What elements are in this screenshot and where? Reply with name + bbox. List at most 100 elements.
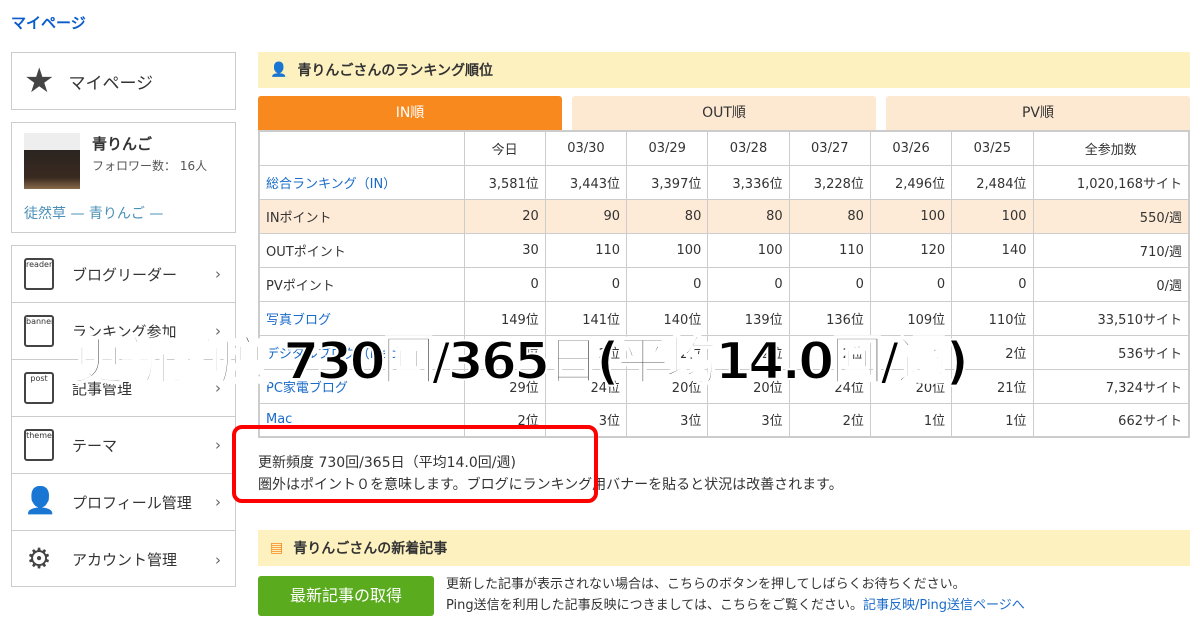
table-cell: 100 bbox=[707, 232, 790, 268]
overlay-caption: 更新頻度 730回/365日(平均14.0回/週) bbox=[71, 331, 970, 393]
tab-pv[interactable]: PV順 bbox=[886, 96, 1190, 131]
articles-title: 青りんごさんの新着記事 bbox=[293, 541, 448, 557]
table-cell: INポイント bbox=[258, 198, 465, 234]
table-row: PVポイント 0 0 0 0 0 0 0 0/週 bbox=[258, 266, 1190, 302]
table-cell: 2,496位 bbox=[869, 164, 953, 200]
table-cell: 2位 bbox=[788, 402, 871, 438]
cell-value: 1位 bbox=[923, 414, 946, 430]
profile-card: 青りんご フォロワー数： 16人 徒然草 — 青りんご — bbox=[11, 122, 236, 233]
column-header: 全参加数 bbox=[1032, 130, 1190, 166]
sidebar-mypage[interactable]: ★ マイページ bbox=[11, 52, 236, 110]
table-cell: 110 bbox=[788, 232, 871, 268]
person-icon: 👤 bbox=[270, 62, 288, 78]
ranking-header: 👤 青りんごさんのランキング順位 bbox=[258, 52, 1190, 88]
cell-value: 0 bbox=[693, 276, 702, 292]
reader-icon: reader bbox=[24, 258, 54, 290]
articles-header: ▤ 青りんごさんの新着記事 bbox=[258, 530, 1190, 566]
category-link[interactable]: 総合ランキング（IN） bbox=[266, 177, 396, 192]
table-cell: 710/週 bbox=[1032, 232, 1190, 268]
tab-out[interactable]: OUT順 bbox=[572, 96, 876, 131]
cell-value: 3,443位 bbox=[569, 176, 621, 192]
table-row: 総合ランキング（IN） 3,581位 3,443位 3,397位 3,336位 3,228… bbox=[258, 164, 1190, 200]
cell-value: 710/週 bbox=[1139, 244, 1182, 260]
fetch-articles-button[interactable]: 最新記事の取得 bbox=[258, 576, 434, 616]
cell-value: 3,336位 bbox=[732, 176, 783, 192]
chevron-right-icon: › bbox=[215, 493, 221, 511]
table-cell: 3,397位 bbox=[626, 164, 709, 200]
cell-value: 100 bbox=[920, 208, 946, 224]
sidebar-item-theme[interactable]: theme テーマ › bbox=[12, 417, 235, 474]
column-header: 今日 bbox=[463, 130, 546, 166]
cell-value: 3位 bbox=[680, 414, 702, 430]
cell-value: 100 bbox=[1001, 208, 1027, 224]
table-cell: 0 bbox=[626, 266, 709, 302]
cell-value: 90 bbox=[603, 208, 621, 224]
gear-icon: ⚙ bbox=[26, 543, 52, 575]
table-cell: 0 bbox=[463, 266, 546, 302]
cell-value: 0 bbox=[611, 276, 621, 292]
table-cell: 140 bbox=[951, 232, 1034, 268]
cell-value: 3,581位 bbox=[488, 176, 539, 192]
column-header: 03/27 bbox=[788, 130, 871, 166]
cell-value: 30 bbox=[522, 242, 539, 258]
cell-value: 2,484位 bbox=[976, 176, 1027, 192]
cell-value: 100 bbox=[676, 242, 702, 258]
cell-value: 0/週 bbox=[1156, 278, 1182, 294]
table-cell: 100 bbox=[951, 198, 1034, 234]
profile-name: 青りんご bbox=[92, 135, 153, 153]
sidebar-item-profile[interactable]: 👤 プロフィール管理 › bbox=[12, 474, 235, 531]
table-cell: 1位 bbox=[869, 402, 953, 438]
sidebar-item-reader[interactable]: reader ブログリーダー › bbox=[12, 246, 235, 303]
mypage-label: マイページ bbox=[68, 73, 154, 94]
table-cell: 総合ランキング（IN） bbox=[258, 164, 465, 200]
table-cell: 662サイト bbox=[1032, 402, 1190, 438]
cell-value: PVポイント bbox=[266, 278, 335, 294]
sidebar-item-label: アカウント管理 bbox=[72, 551, 178, 569]
follower-count: フォロワー数： 16人 bbox=[92, 159, 208, 173]
table-cell: 110 bbox=[544, 232, 628, 268]
cell-value: 3,397位 bbox=[651, 176, 702, 192]
cell-value: 110 bbox=[839, 242, 864, 258]
tab-in[interactable]: IN順 bbox=[258, 96, 562, 131]
cell-value: 3,228位 bbox=[813, 176, 864, 192]
table-cell: 0 bbox=[788, 266, 871, 302]
ping-page-link[interactable]: 記事反映/Ping送信ページへ bbox=[863, 598, 1025, 613]
table-cell: 0 bbox=[869, 266, 953, 302]
table-cell: 80 bbox=[626, 198, 709, 234]
star-icon: ★ bbox=[24, 61, 55, 101]
cell-value: 100 bbox=[757, 242, 783, 258]
cell-value: 0 bbox=[855, 276, 864, 292]
table-cell: 3,336位 bbox=[707, 164, 790, 200]
sidebar-item-account[interactable]: ⚙ アカウント管理 › bbox=[12, 531, 235, 588]
cell-value: 3位 bbox=[761, 414, 783, 430]
table-header-row: 今日 03/30 03/29 03/28 03/27 03/26 03/25 全参加数 bbox=[258, 130, 1190, 166]
avatar[interactable] bbox=[24, 133, 80, 189]
cell-value: INポイント bbox=[266, 210, 332, 226]
chevron-right-icon: › bbox=[215, 436, 221, 454]
table-cell: 2,484位 bbox=[951, 164, 1034, 200]
column-header: 03/25 bbox=[951, 130, 1034, 166]
message-line: Ping送信を利用した記事反映につきましては、こちらをご覧ください。 bbox=[446, 598, 864, 613]
table-cell: 3,443位 bbox=[544, 164, 628, 200]
sidebar-menu: reader ブログリーダー › banner ランキング参加 › post 記事管理 › … bbox=[11, 245, 236, 587]
table-cell: 1,020,168サイト bbox=[1032, 164, 1190, 200]
table-row: OUTポイント 30 110 100 100 110 120 140 710/週 bbox=[258, 232, 1190, 268]
cell-value: 7,324サイト bbox=[1105, 380, 1182, 396]
person-gear-icon: 👤 bbox=[24, 486, 54, 516]
chevron-right-icon: › bbox=[215, 550, 221, 569]
cell-value: 80 bbox=[684, 208, 702, 224]
blog-link[interactable]: 徒然草 — 青りんご — bbox=[24, 203, 163, 223]
table-cell: 80 bbox=[707, 198, 790, 234]
ranking-title: 青りんごさんのランキング順位 bbox=[297, 63, 494, 79]
column-header: 03/26 bbox=[869, 130, 953, 166]
ranking-tabs: IN順 OUT順 PV順 bbox=[258, 96, 1190, 131]
table-row: INポイント 20 90 80 80 80 100 100 550/週 bbox=[258, 198, 1190, 234]
highlight-box bbox=[232, 425, 598, 503]
table-cell: 550/週 bbox=[1032, 198, 1190, 234]
cell-value: 3位 bbox=[598, 414, 621, 430]
table-cell: 0 bbox=[544, 266, 628, 302]
cell-value: 80 bbox=[766, 208, 783, 224]
breadcrumb[interactable]: マイページ bbox=[11, 12, 86, 33]
sidebar-item-label: ブログリーダー bbox=[72, 265, 178, 284]
cell-value: 33,510サイト bbox=[1097, 312, 1183, 328]
